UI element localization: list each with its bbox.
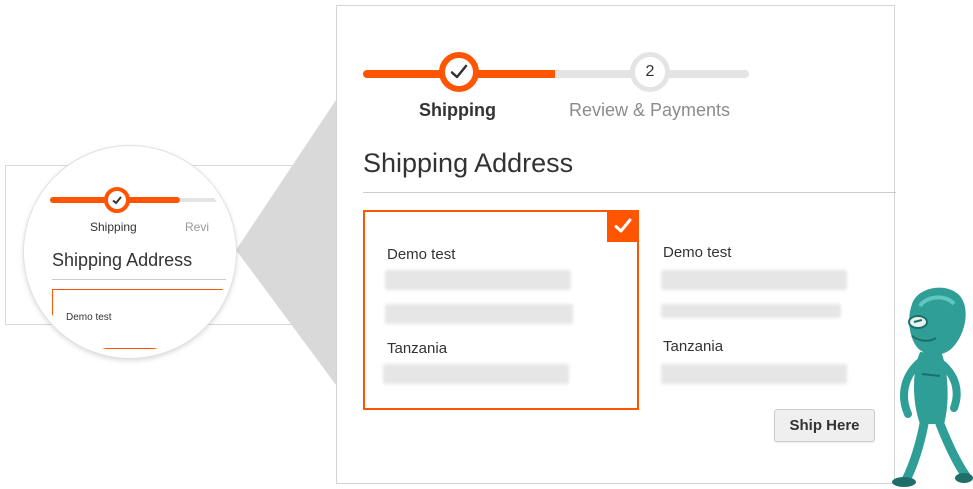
redacted-city-line [661,304,841,318]
preview-step-label-shipping: Shipping [90,220,137,234]
redacted-street-line [385,270,571,290]
redacted-city-line [385,304,573,324]
step-shipping-indicator[interactable] [439,52,479,92]
address-country: Tanzania [663,338,724,355]
redacted-phone-line [383,364,569,384]
preview-divider [52,279,230,280]
preview-step-check-icon [104,187,130,213]
address-name: Demo test [663,244,732,261]
ship-here-button[interactable]: Ship Here [774,409,875,442]
address-name: Demo test [387,246,456,263]
checkout-panel: 2 Shipping Review & Payments Shipping Ad… [336,5,896,484]
preview-section-title: Shipping Address [52,250,193,270]
redacted-street-line [661,270,847,290]
address-card-alternate[interactable]: Demo test Tanzania [641,210,917,410]
step-label-review-payments[interactable]: Review & Payments [569,100,730,121]
address-country: Tanzania [387,340,448,357]
section-title: Shipping Address [363,148,574,178]
zoom-magnifier: Shipping Revi Shipping Address Demo test [24,146,236,358]
step-label-shipping[interactable]: Shipping [419,100,496,121]
address-card-selected[interactable]: Demo test Tanzania [363,210,639,410]
mascot-illustration [892,287,973,487]
step-review-indicator[interactable]: 2 [630,52,670,92]
preview-address-name: Demo test [66,312,112,323]
redacted-phone-line [661,364,847,384]
preview-step-label-review: Revi [185,220,210,234]
selected-check-icon [607,210,639,242]
check-icon [450,64,468,79]
section-divider [363,192,896,193]
